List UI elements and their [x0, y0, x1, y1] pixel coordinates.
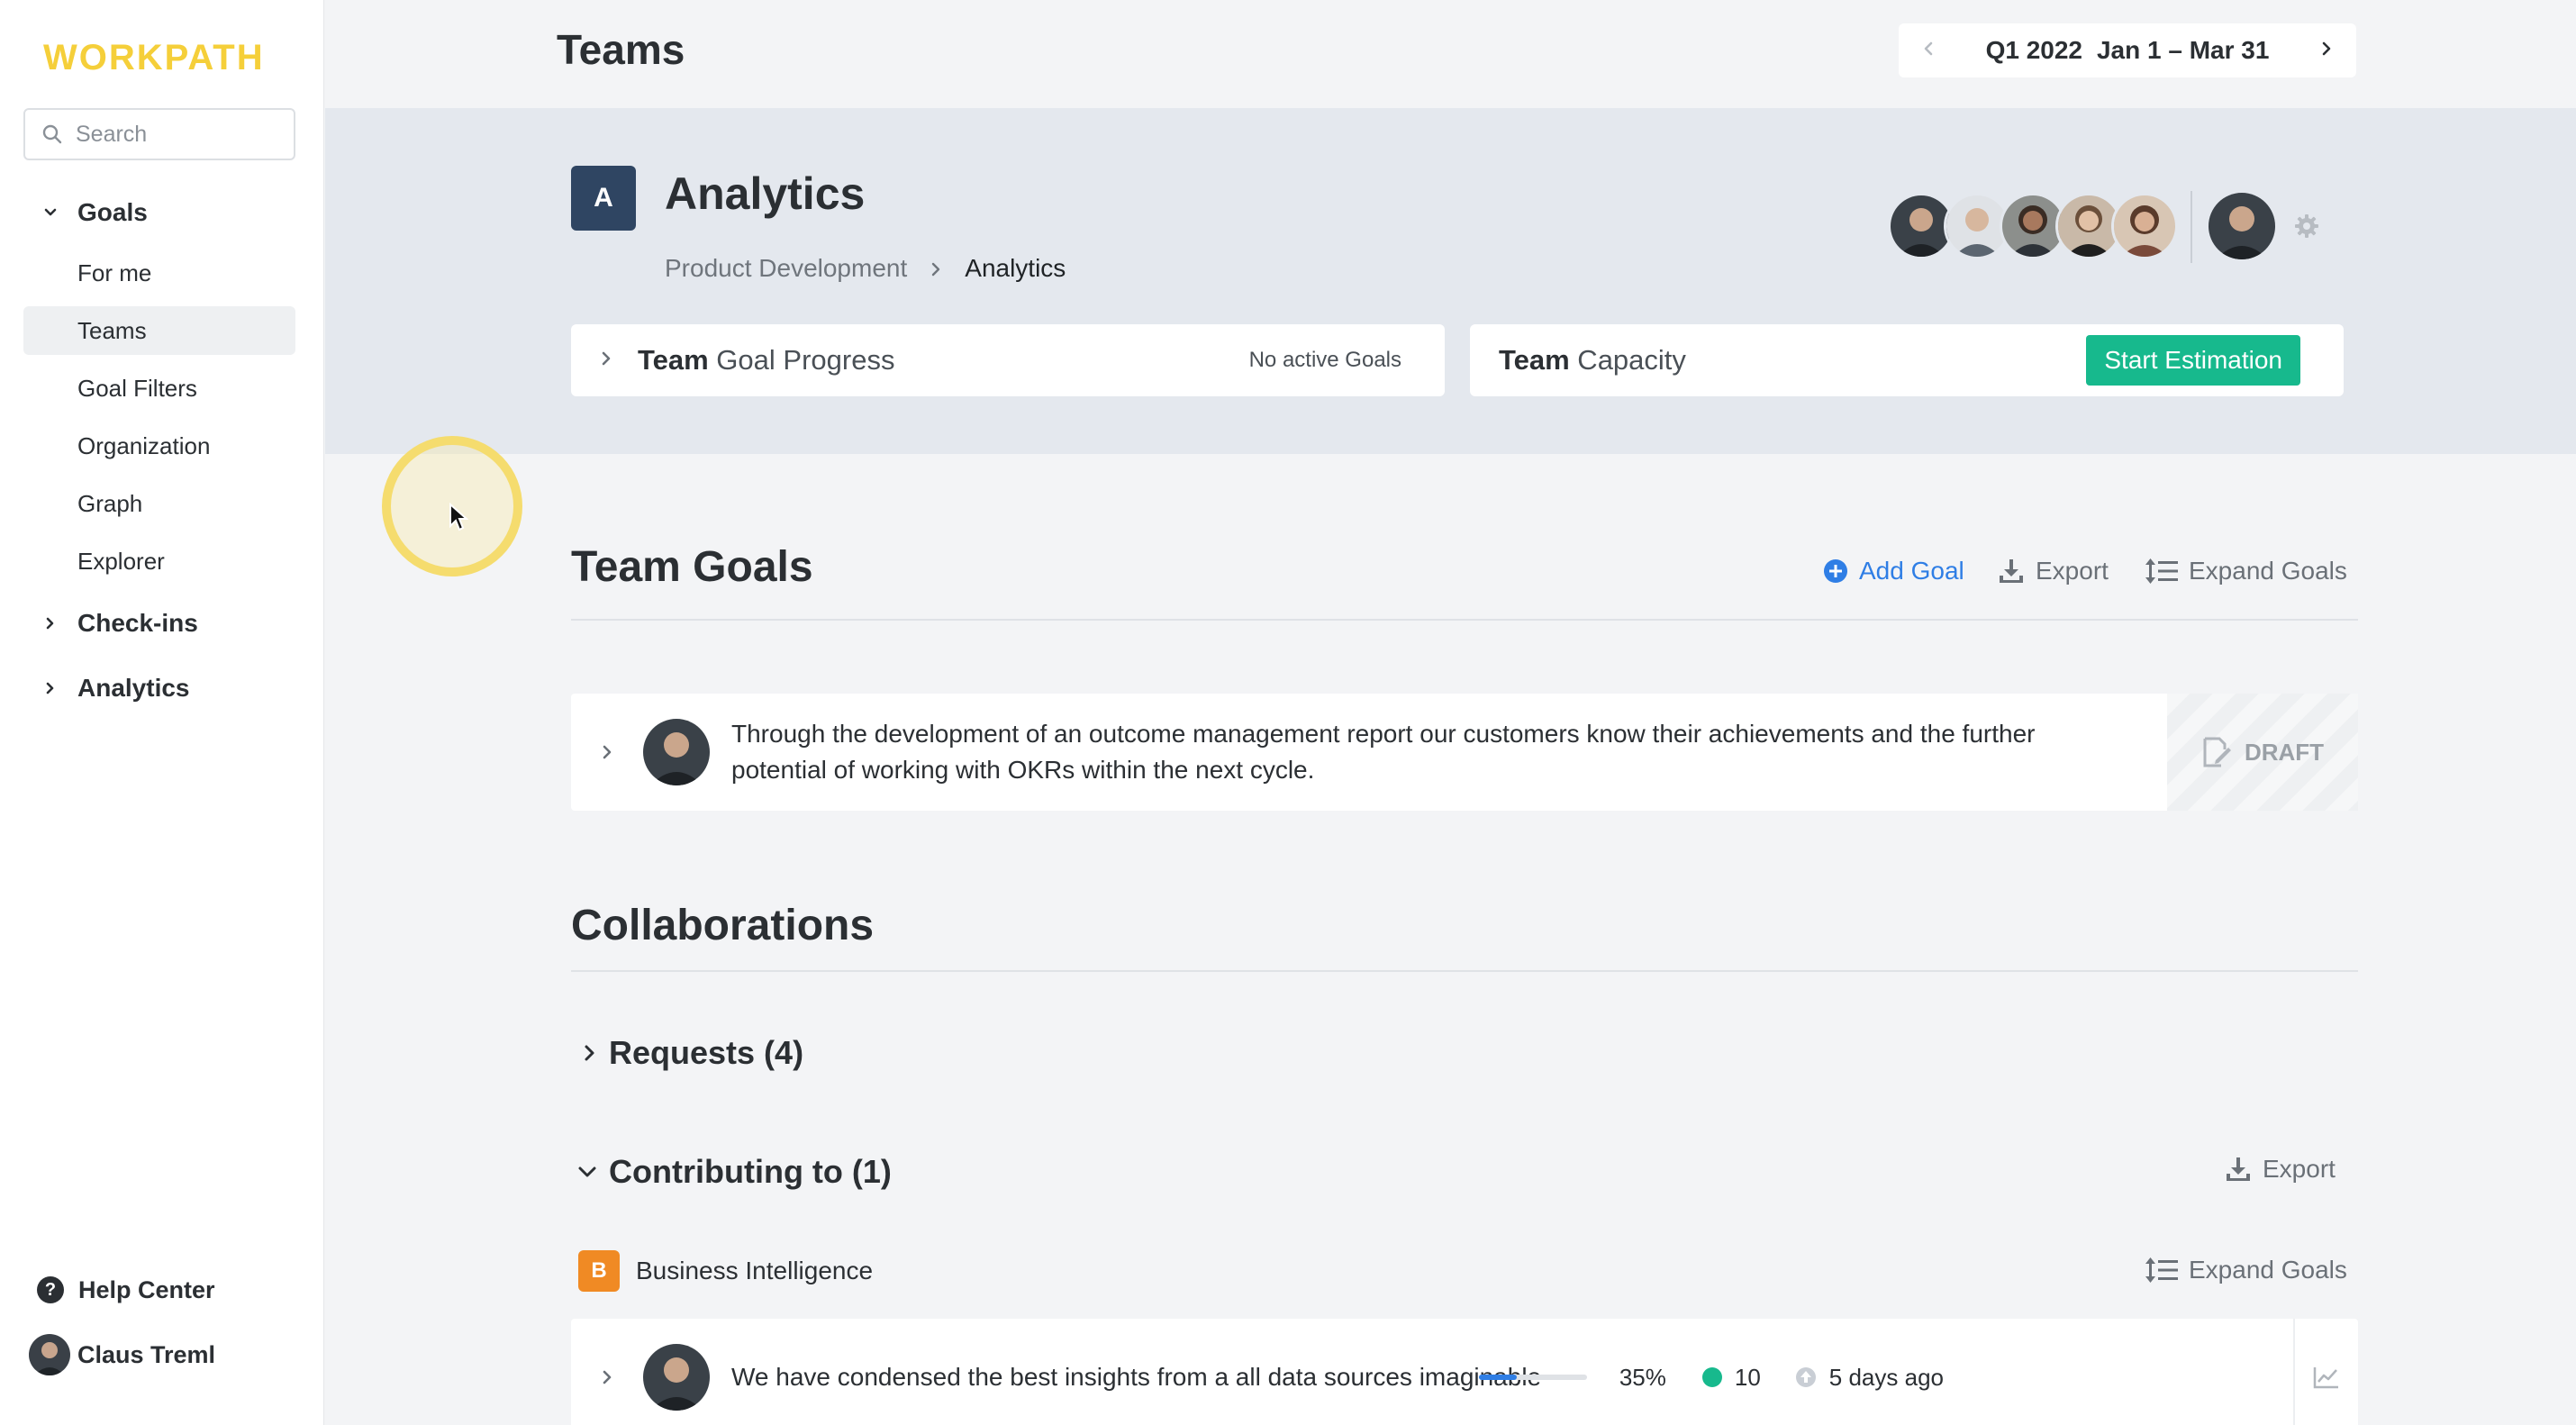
updated-time: 5 days ago	[1828, 1363, 1944, 1391]
chevron-right-icon	[585, 1045, 594, 1061]
export-button[interactable]: Export	[2225, 1155, 2336, 1184]
plus-circle-icon	[1824, 559, 1847, 583]
mouse-cursor-icon	[449, 502, 469, 536]
expand-goals-button[interactable]: Expand Goals	[2145, 557, 2347, 585]
period-range: Jan 1 – Mar 31	[2096, 36, 2270, 64]
goal-row[interactable]: Through the development of an outcome ma…	[571, 694, 2358, 811]
nav-section-label: Check-ins	[77, 609, 198, 637]
confidence-value: 10	[1734, 1363, 1761, 1391]
collab-team-name: Business Intelligence	[636, 1257, 874, 1284]
avatar	[643, 1344, 710, 1411]
sidebar-item-graph[interactable]: Graph	[23, 479, 295, 528]
sidebar-item-teams[interactable]: Teams	[23, 306, 295, 355]
card-title: Team Goal Progress	[638, 344, 895, 376]
goal-row[interactable]: We have condensed the best insights from…	[571, 1319, 2358, 1425]
avatar[interactable]	[2209, 193, 2275, 259]
breadcrumb-current: Analytics	[965, 254, 1066, 282]
sidebar-item-for-me[interactable]: For me	[23, 249, 295, 297]
expand-list-icon	[2145, 1257, 2178, 1283]
nav-section-label: Goals	[77, 198, 148, 226]
chevron-down-icon	[23, 204, 77, 222]
period-selector: Q1 2022 Jan 1 – Mar 31	[1899, 23, 2356, 77]
help-center-label: Help Center	[78, 1275, 215, 1303]
card-title: Team Capacity	[1499, 344, 1686, 376]
sidebar-item-goal-filters[interactable]: Goal Filters	[23, 364, 295, 413]
nav-section-label: Analytics	[77, 674, 190, 702]
goal-metrics: 35% 10 5 days ago	[1478, 1363, 1944, 1392]
export-button[interactable]: Export	[1998, 557, 2109, 585]
chevron-left-icon[interactable]	[1920, 40, 1938, 62]
sidebar-item-explorer[interactable]: Explorer	[23, 537, 295, 585]
user-profile-link[interactable]: Claus Treml	[23, 1330, 295, 1380]
avatar	[643, 719, 710, 785]
user-name: Claus Treml	[77, 1340, 216, 1368]
team-name: Analytics	[665, 168, 866, 219]
search-icon	[42, 124, 62, 144]
page-title: Teams	[557, 26, 685, 73]
edit-document-icon	[2203, 737, 2231, 767]
expand-goals-button[interactable]: Expand Goals	[2145, 1256, 2347, 1284]
section-divider	[571, 619, 2358, 621]
team-badge: B	[578, 1250, 620, 1292]
goal-text: We have condensed the best insights from…	[731, 1363, 1542, 1391]
sidebar: WORKPATH Goals For me Teams Goal Filters…	[0, 0, 324, 1425]
chevron-right-icon	[23, 614, 77, 632]
expand-list-icon	[2145, 558, 2178, 584]
help-center-link[interactable]: ? Help Center	[23, 1265, 295, 1315]
confidence-dot	[1701, 1367, 1722, 1387]
chevron-down-icon	[578, 1166, 596, 1177]
goal-progress-status: No active Goals	[1248, 348, 1401, 372]
search-box[interactable]	[23, 108, 295, 160]
chevron-right-icon	[23, 679, 77, 697]
team-header	[325, 108, 2576, 454]
help-icon: ?	[37, 1276, 64, 1303]
chevron-right-icon[interactable]	[2317, 40, 2335, 62]
team-goals-title: Team Goals	[571, 543, 813, 591]
avatar[interactable]	[2111, 193, 2178, 259]
chevron-right-icon[interactable]	[571, 744, 643, 760]
workpath-logo[interactable]: WORKPATH	[43, 38, 265, 78]
breadcrumb-parent[interactable]: Product Development	[665, 254, 907, 283]
gear-icon[interactable]	[2293, 213, 2320, 244]
progress-label: 35%	[1619, 1363, 1666, 1391]
start-estimation-button[interactable]: Start Estimation	[2086, 335, 2300, 386]
collaborations-title: Collaborations	[571, 902, 875, 949]
section-divider	[571, 970, 2358, 972]
download-icon	[2000, 559, 2023, 583]
members-divider	[2191, 191, 2192, 263]
team-members[interactable]	[1888, 193, 2178, 259]
sidebar-item-organization[interactable]: Organization	[23, 422, 295, 470]
team-badge: A	[571, 166, 636, 231]
chevron-right-icon[interactable]	[571, 1369, 643, 1385]
progress-bar	[1478, 1375, 1587, 1380]
collab-team[interactable]: B Business Intelligence	[578, 1250, 873, 1292]
requests-toggle[interactable]: Requests (4)	[580, 1034, 803, 1072]
download-icon	[2227, 1157, 2250, 1181]
chevron-right-icon	[598, 350, 614, 371]
nav-section-goals[interactable]: Goals	[23, 186, 295, 240]
arrow-up-circle-icon	[1795, 1367, 1816, 1387]
period-label[interactable]: Q1 2022 Jan 1 – Mar 31	[1979, 36, 2277, 65]
search-input[interactable]	[76, 121, 274, 148]
team-capacity-card: Team Capacity Start Estimation	[1470, 324, 2344, 396]
goal-text: Through the development of an outcome ma…	[731, 720, 2036, 784]
chevron-right-icon	[929, 254, 943, 283]
nav-section-check-ins[interactable]: Check-ins	[23, 596, 295, 650]
draft-badge: DRAFT	[2167, 694, 2358, 811]
team-goal-progress-card[interactable]: Team Goal Progress No active Goals	[571, 324, 1445, 396]
trend-chart-icon[interactable]	[2293, 1319, 2358, 1425]
avatar	[29, 1334, 70, 1375]
progress-fill	[1478, 1375, 1517, 1380]
breadcrumb: Product Development Analytics	[665, 254, 1066, 283]
nav-section-analytics[interactable]: Analytics	[23, 661, 295, 715]
add-goal-button[interactable]: Add Goal	[1823, 557, 1964, 585]
period-quarter: Q1 2022	[1985, 36, 2082, 64]
contributing-toggle[interactable]: Contributing to (1)	[576, 1153, 892, 1191]
